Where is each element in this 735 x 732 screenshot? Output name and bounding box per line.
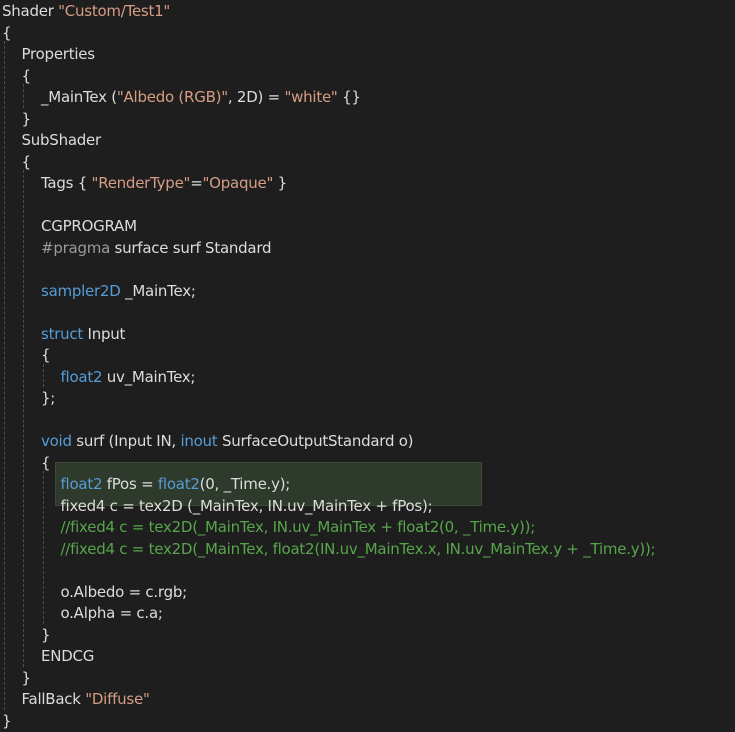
indent-guide	[43, 363, 44, 387]
indent-guide	[23, 170, 24, 667]
code-token: }	[21, 109, 32, 128]
code-line[interactable]: }	[21, 668, 32, 689]
code-token: };	[41, 389, 56, 407]
indent-guide	[43, 471, 44, 624]
code-token: {	[2, 23, 12, 42]
code-token: struct	[41, 324, 83, 343]
code-token: , 2D) =	[227, 88, 285, 106]
code-line[interactable]: }	[2, 711, 12, 732]
code-token: //fixed4 c = tex2D(_MainTex, float2(IN.u…	[60, 539, 656, 558]
code-token: SurfaceOutputStandard o)	[217, 432, 414, 450]
code-token: sampler2D	[41, 281, 121, 300]
code-line[interactable]: //fixed4 c = tex2D(_MainTex, float2(IN.u…	[61, 539, 656, 560]
code-token: fPos =	[102, 475, 158, 493]
code-line[interactable]: Properties	[21, 44, 96, 65]
code-line[interactable]: _MainTex ("Albedo (RGB)", 2D) = "white" …	[41, 87, 361, 108]
code-token: =	[190, 174, 203, 192]
code-token: }	[273, 174, 288, 192]
code-line[interactable]: float2 fPos = float2(0, _Time.y);	[61, 474, 291, 495]
code-token: fixed4 c = tex2D (_MainTex, IN.uv_MainTe…	[60, 496, 433, 515]
code-token: }	[2, 711, 12, 730]
code-token: void	[41, 432, 72, 450]
code-line[interactable]: Shader "Custom/Test1"	[2, 1, 170, 22]
code-token: "Albedo (RGB)"	[116, 88, 228, 106]
code-line[interactable]: #pragma surface surf Standard	[41, 238, 272, 259]
code-line[interactable]: o.Alpha = c.a;	[61, 603, 163, 624]
code-line[interactable]: void surf (Input IN, inout SurfaceOutput…	[41, 431, 414, 452]
code-line[interactable]: {	[2, 23, 12, 44]
code-token: _MainTex;	[120, 281, 196, 300]
code-token: }	[21, 668, 32, 687]
code-token: float2	[60, 367, 103, 386]
code-token: Properties	[21, 45, 96, 63]
code-token: SubShader	[21, 131, 102, 149]
code-token: Shader	[2, 2, 59, 20]
code-token: o.Alpha = c.a;	[60, 604, 163, 622]
code-line[interactable]: {	[41, 453, 51, 474]
code-line[interactable]: //fixed4 c = tex2D(_MainTex, IN.uv_MainT…	[61, 517, 536, 538]
code-line[interactable]: }	[21, 109, 32, 130]
code-line[interactable]: o.Albedo = c.rgb;	[60, 582, 188, 603]
code-token: surface surf Standard	[110, 238, 272, 257]
code-line[interactable]: {	[41, 345, 51, 366]
code-token: FallBack	[21, 690, 86, 708]
code-token: float2	[157, 475, 200, 493]
code-token: #pragma	[41, 238, 111, 257]
code-token: "white"	[284, 88, 338, 106]
indent-guide	[4, 41, 5, 710]
code-token: uv_MainTex;	[102, 367, 196, 386]
indent-guide	[23, 84, 24, 108]
code-token: {	[41, 346, 51, 364]
code-token: ENDCG	[41, 647, 95, 665]
code-token: _MainTex (	[41, 88, 117, 106]
code-token: {}	[337, 88, 361, 106]
code-token: Input	[83, 324, 126, 343]
code-token: "RenderType"	[91, 174, 191, 192]
code-line[interactable]: FallBack "Diffuse"	[22, 689, 150, 710]
code-line[interactable]: struct Input	[41, 324, 125, 345]
code-line[interactable]: Tags { "RenderType"="Opaque" }	[41, 173, 287, 194]
code-line[interactable]: sampler2D _MainTex;	[41, 281, 196, 302]
code-token: CGPROGRAM	[41, 217, 137, 235]
code-line[interactable]: SubShader	[21, 130, 102, 151]
code-line[interactable]: {	[21, 152, 32, 173]
code-token: "Opaque"	[202, 174, 274, 192]
code-line[interactable]: float2 uv_MainTex;	[61, 367, 196, 388]
code-line[interactable]: fixed4 c = tex2D (_MainTex, IN.uv_MainTe…	[61, 496, 433, 517]
code-line[interactable]: CGPROGRAM	[41, 216, 137, 237]
code-token: //fixed4 c = tex2D(_MainTex, IN.uv_MainT…	[60, 518, 536, 536]
code-line[interactable]: {	[21, 66, 32, 87]
code-token: (0, _Time.y);	[199, 475, 291, 493]
code-token: "Diffuse"	[85, 690, 150, 708]
code-token: {	[21, 66, 32, 85]
code-token: {	[41, 453, 51, 472]
code-line[interactable]: };	[41, 388, 55, 409]
code-token: inout	[180, 432, 218, 450]
code-editor[interactable]: Shader "Custom/Test1"{Properties{_MainTe…	[0, 0, 735, 732]
code-token: surf (Input IN,	[71, 432, 181, 450]
code-token: }	[41, 625, 51, 644]
code-token: float2	[60, 475, 103, 493]
code-line[interactable]: ENDCG	[41, 646, 94, 667]
code-token: Tags {	[41, 174, 92, 192]
code-line[interactable]: }	[41, 625, 51, 646]
code-token: o.Albedo = c.rgb;	[60, 582, 188, 601]
code-token: "Custom/Test1"	[58, 2, 171, 20]
code-token: {	[21, 152, 32, 171]
